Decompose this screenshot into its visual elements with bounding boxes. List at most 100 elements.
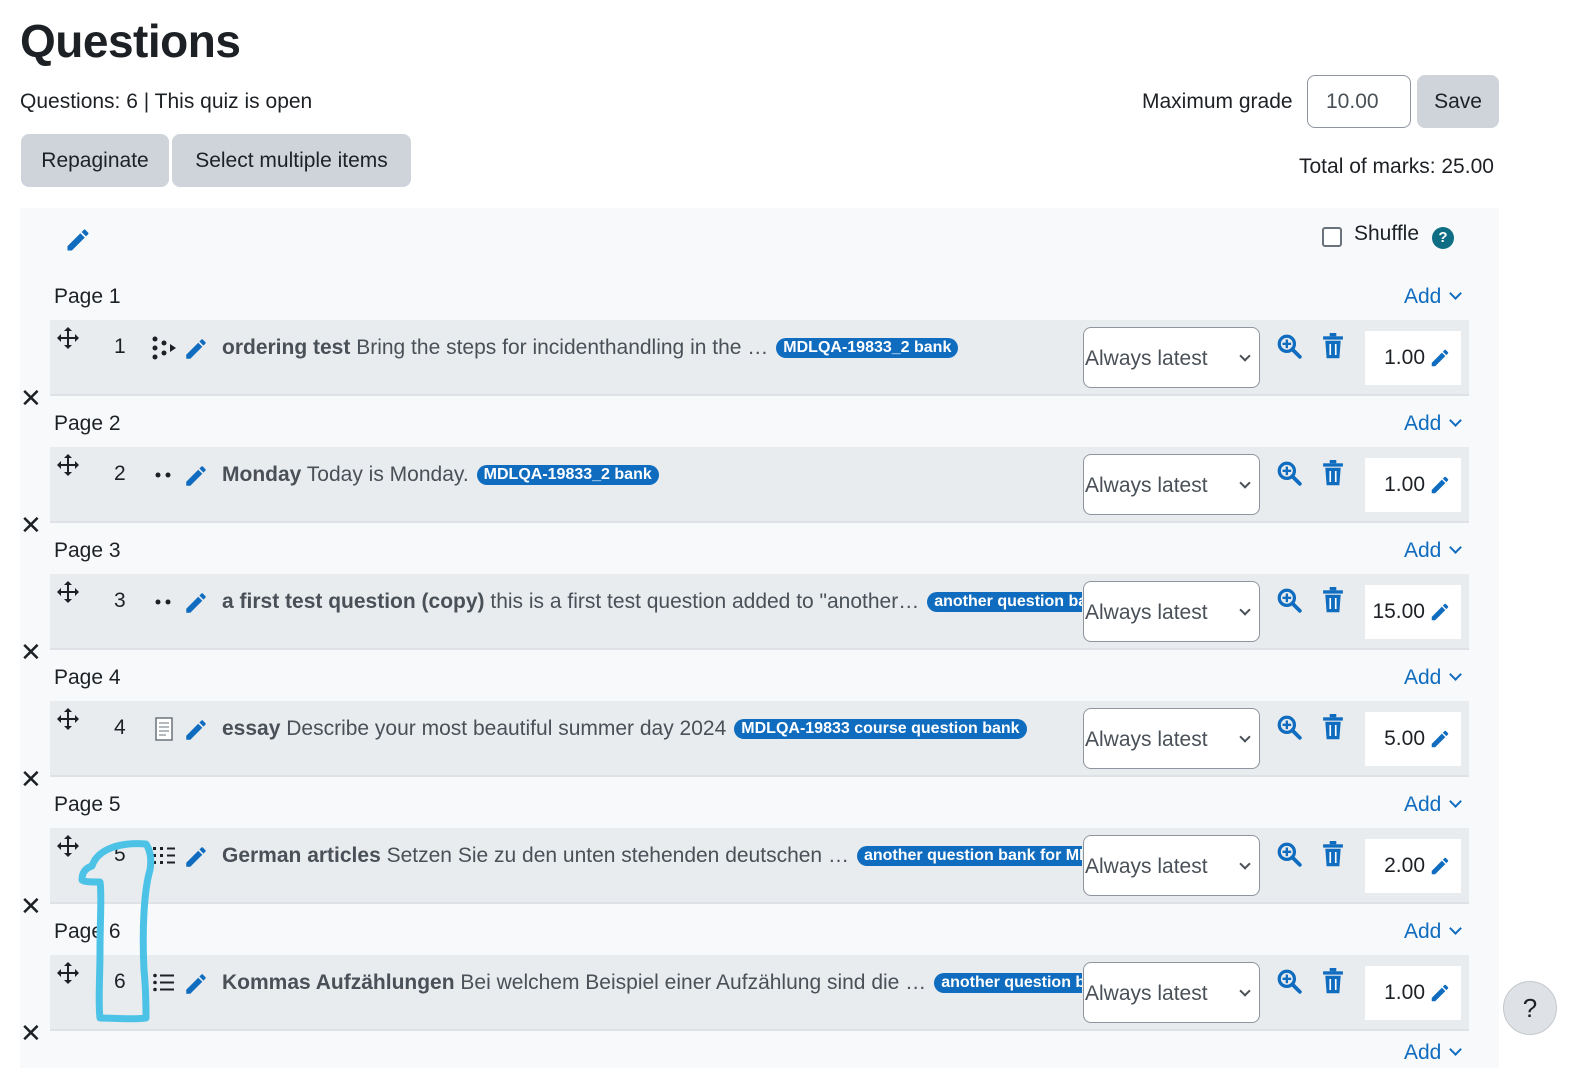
maximum-mark[interactable]: 1.00 bbox=[1365, 331, 1461, 385]
gapselect-icon bbox=[150, 842, 178, 870]
question-row: 3 a first test question (copy) this is a… bbox=[50, 574, 1469, 650]
maximum-mark[interactable]: 15.00 bbox=[1365, 585, 1461, 639]
repaginate-button[interactable]: Repaginate bbox=[21, 134, 169, 187]
page-heading: Page 5 bbox=[54, 793, 121, 816]
edit-question-icon[interactable] bbox=[183, 336, 209, 362]
question-bank-badge: MDLQA-19833_2 bank bbox=[476, 465, 659, 485]
preview-icon[interactable] bbox=[1276, 714, 1302, 740]
delete-icon[interactable] bbox=[1322, 333, 1344, 359]
help-icon[interactable]: ? bbox=[1432, 227, 1454, 249]
save-button[interactable]: Save bbox=[1417, 75, 1499, 128]
question-summary: Bei welchem Beispiel einer Aufzählung si… bbox=[454, 971, 927, 994]
edit-question-icon[interactable] bbox=[183, 844, 209, 870]
preview-icon[interactable] bbox=[1276, 587, 1302, 613]
add-link[interactable]: Add bbox=[1404, 793, 1463, 817]
remove-page-break-icon[interactable]: ✕ bbox=[20, 891, 42, 922]
ordering-icon bbox=[150, 334, 178, 362]
chevron-down-icon bbox=[1449, 287, 1463, 300]
page-heading: Page 3 bbox=[54, 539, 121, 562]
preview-icon[interactable] bbox=[1276, 333, 1302, 359]
version-select[interactable]: Always latest bbox=[1083, 454, 1260, 515]
question-text: Monday Today is Monday. MDLQA-19833_2 ban… bbox=[222, 463, 1054, 487]
version-select[interactable]: Always latest bbox=[1083, 327, 1260, 388]
question-summary: Describe your most beautiful summer day … bbox=[280, 717, 727, 740]
add-link[interactable]: Add bbox=[1404, 285, 1463, 309]
maximum-grade-label: Maximum grade bbox=[1142, 90, 1293, 113]
move-icon[interactable] bbox=[56, 580, 80, 604]
delete-icon[interactable] bbox=[1322, 841, 1344, 867]
edit-question-icon[interactable] bbox=[183, 717, 209, 743]
delete-icon[interactable] bbox=[1322, 968, 1344, 994]
question-number: 4 bbox=[114, 716, 126, 739]
page-title: Questions bbox=[20, 15, 241, 67]
question-name[interactable]: ordering test bbox=[222, 336, 350, 359]
chevron-down-icon bbox=[1449, 922, 1463, 935]
multichoice-icon bbox=[150, 969, 178, 997]
move-icon[interactable] bbox=[56, 707, 80, 731]
add-link[interactable]: Add bbox=[1404, 412, 1463, 436]
true-false-icon bbox=[150, 461, 178, 489]
remove-page-break-icon[interactable]: ✕ bbox=[20, 383, 42, 414]
add-link[interactable]: Add bbox=[1404, 539, 1463, 563]
add-link[interactable]: Add bbox=[1404, 666, 1463, 690]
question-name[interactable]: Kommas Aufzählungen bbox=[222, 971, 455, 994]
maximum-mark[interactable]: 1.00 bbox=[1365, 458, 1461, 512]
add-link[interactable]: Add bbox=[1404, 920, 1463, 944]
question-number: 1 bbox=[114, 335, 126, 358]
version-select[interactable]: Always latest bbox=[1083, 708, 1260, 769]
delete-icon[interactable] bbox=[1322, 714, 1344, 740]
question-text: essay Describe your most beautiful summe… bbox=[222, 717, 1082, 741]
question-text: Kommas Aufzählungen Bei welchem Beispiel… bbox=[222, 971, 1082, 995]
move-icon[interactable] bbox=[56, 453, 80, 477]
remove-page-break-icon[interactable]: ✕ bbox=[20, 1018, 42, 1049]
edit-question-icon[interactable] bbox=[183, 463, 209, 489]
move-icon[interactable] bbox=[56, 834, 80, 858]
maximum-mark[interactable]: 1.00 bbox=[1365, 966, 1461, 1020]
question-row: 1 ordering test Bring the steps for inci… bbox=[50, 320, 1469, 396]
move-icon[interactable] bbox=[56, 961, 80, 985]
version-select[interactable]: Always latest bbox=[1083, 835, 1260, 896]
select-multiple-button[interactable]: Select multiple items bbox=[172, 134, 411, 187]
question-name[interactable]: essay bbox=[222, 717, 280, 740]
maximum-mark[interactable]: 2.00 bbox=[1365, 839, 1461, 893]
shuffle-label: Shuffle bbox=[1354, 222, 1419, 245]
question-row: 4 essay Describe your most beautiful sum… bbox=[50, 701, 1469, 777]
question-row: 2 Monday Today is Monday. MDLQA-19833_2 b… bbox=[50, 447, 1469, 523]
preview-icon[interactable] bbox=[1276, 968, 1302, 994]
version-select[interactable]: Always latest bbox=[1083, 962, 1260, 1023]
page-heading: Page 2 bbox=[54, 412, 121, 435]
shuffle-checkbox[interactable] bbox=[1322, 227, 1342, 247]
edit-section-heading-icon[interactable] bbox=[64, 226, 92, 254]
edit-question-icon[interactable] bbox=[183, 971, 209, 997]
question-text: ordering test Bring the steps for incide… bbox=[222, 336, 1054, 360]
help-button[interactable]: ? bbox=[1503, 981, 1557, 1035]
remove-page-break-icon[interactable]: ✕ bbox=[20, 510, 42, 541]
remove-page-break-icon[interactable]: ✕ bbox=[20, 764, 42, 795]
question-bank-badge: MDLQA-19833 course question bank bbox=[734, 719, 1027, 739]
version-select[interactable]: Always latest bbox=[1083, 581, 1260, 642]
move-icon[interactable] bbox=[56, 326, 80, 350]
question-summary: Setzen Sie zu den unten stehenden deutsc… bbox=[380, 844, 849, 867]
question-name[interactable]: German articles bbox=[222, 844, 381, 867]
question-name[interactable]: a first test question (copy) bbox=[222, 590, 485, 613]
question-number: 2 bbox=[114, 462, 126, 485]
preview-icon[interactable] bbox=[1276, 841, 1302, 867]
delete-icon[interactable] bbox=[1322, 587, 1344, 613]
question-summary: Bring the steps for incidenthandling in … bbox=[350, 336, 769, 359]
total-marks: Total of marks: 25.00 bbox=[1299, 155, 1494, 178]
preview-icon[interactable] bbox=[1276, 460, 1302, 486]
remove-page-break-icon[interactable]: ✕ bbox=[20, 637, 42, 668]
question-name[interactable]: Monday bbox=[222, 463, 301, 486]
quiz-status: Questions: 6 | This quiz is open bbox=[20, 90, 313, 113]
delete-icon[interactable] bbox=[1322, 460, 1344, 486]
edit-question-icon[interactable] bbox=[183, 590, 209, 616]
chevron-down-icon bbox=[1239, 477, 1251, 489]
true-false-icon bbox=[150, 588, 178, 616]
maximum-mark[interactable]: 5.00 bbox=[1365, 712, 1461, 766]
question-bank-badge: another question bank for MDLQA-19833 bbox=[934, 973, 1082, 993]
maximum-grade-input[interactable]: 10.00 bbox=[1307, 75, 1411, 128]
question-number: 5 bbox=[114, 843, 126, 866]
chevron-down-icon bbox=[1449, 1043, 1463, 1056]
add-link-end[interactable]: Add bbox=[1404, 1041, 1463, 1065]
question-text: a first test question (copy) this is a f… bbox=[222, 590, 1082, 614]
